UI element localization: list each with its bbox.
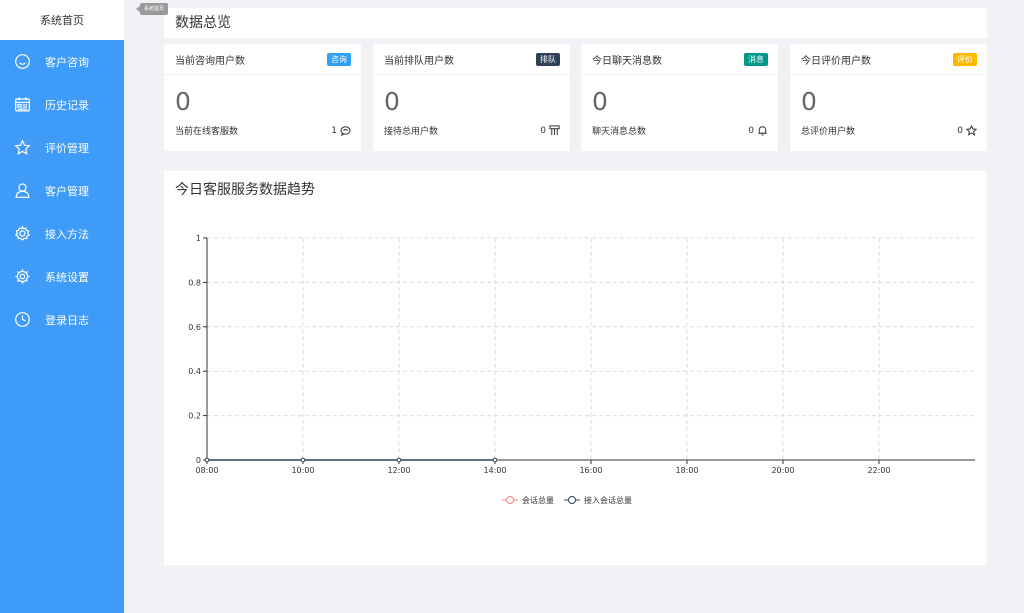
series-point xyxy=(492,457,498,463)
legend-marker xyxy=(506,496,514,504)
status-badge: 消息 xyxy=(744,52,768,66)
legend-label: 会话总量 xyxy=(522,495,554,505)
status-badge: 咨询 xyxy=(327,52,351,66)
sidebar-item-label: 接入方法 xyxy=(45,227,89,241)
card-foot-value: 0 xyxy=(748,125,754,136)
sidebar-home-label: 系统首页 xyxy=(40,14,84,27)
sidebar-item-label: 系统设置 xyxy=(45,270,89,284)
y-tick-label: 0.4 xyxy=(188,367,201,376)
calendar-icon xyxy=(13,96,31,114)
card-header: 当前排队用户数 排队 xyxy=(373,44,570,75)
sidebar-item-consult[interactable]: 客户咨询 xyxy=(0,40,124,83)
sidebar-item-access[interactable]: 接入方法 xyxy=(0,212,124,255)
settings-icon xyxy=(13,268,31,286)
series-point xyxy=(204,457,210,463)
home-tooltip: 系统首页 xyxy=(135,3,169,15)
x-tick-label: 18:00 xyxy=(675,466,698,475)
gear-icon xyxy=(13,225,31,243)
series-point xyxy=(300,457,306,463)
card-foot-label: 接待总用户数 xyxy=(384,127,439,137)
smile-icon xyxy=(13,53,31,71)
sidebar-item-login-log[interactable]: 登录日志 xyxy=(0,298,124,341)
card-value: 0 xyxy=(175,87,191,116)
chart-panel: 今日客服服务数据趋势 0 0.2 0.4 0.6 0.8 1 08:00 10:00 12:00… xyxy=(164,171,987,565)
card-foot-right: 1 xyxy=(331,125,351,136)
x-tick-label: 16:00 xyxy=(579,466,602,475)
star-icon xyxy=(13,139,31,157)
sidebar-item-label: 评价管理 xyxy=(45,141,89,155)
sidebar-item-settings[interactable]: 系统设置 xyxy=(0,255,124,298)
x-tick-label: 22:00 xyxy=(867,466,890,475)
sidebar-item-rating[interactable]: 评价管理 xyxy=(0,126,124,169)
sidebar: 系统首页 客户咨询 历史记录 评价管理 客户管理 接入方法 系统设置 登录日志 xyxy=(0,0,124,613)
status-badge: 评价 xyxy=(953,52,977,66)
y-tick-label: 0.2 xyxy=(188,412,201,421)
card-title: 今日聊天消息数 xyxy=(592,55,662,67)
x-tick-label: 12:00 xyxy=(387,466,410,475)
x-tick-label: 14:00 xyxy=(483,466,506,475)
user-icon xyxy=(13,182,31,200)
card-footer: 聊天消息总数 0 xyxy=(581,124,778,137)
x-tick-label: 10:00 xyxy=(291,466,314,475)
sidebar-item-label: 客户管理 xyxy=(45,184,89,198)
x-tick-label: 08:00 xyxy=(195,466,218,475)
card-foot-label: 当前在线客服数 xyxy=(175,127,239,137)
card-foot-right: 0 xyxy=(748,125,768,136)
x-tick-label: 20:00 xyxy=(771,466,794,475)
chat-icon xyxy=(340,126,351,136)
legend-marker xyxy=(568,496,576,504)
y-tick-label: 0.8 xyxy=(188,278,201,287)
clock-icon xyxy=(13,311,31,329)
legend-label: 接入会话总量 xyxy=(584,495,632,505)
card-value: 0 xyxy=(384,87,400,116)
sidebar-item-history[interactable]: 历史记录 xyxy=(0,83,124,126)
sidebar-item-label: 历史记录 xyxy=(45,98,89,112)
card-foot-label: 总评价用户数 xyxy=(801,127,856,137)
trend-chart: 0 0.2 0.4 0.6 0.8 1 08:00 10:00 12:00 14:00 16:00 1… xyxy=(188,234,975,505)
card-title: 今日评价用户数 xyxy=(801,55,871,67)
sidebar-item-label: 客户咨询 xyxy=(45,55,89,69)
card-foot-value: 0 xyxy=(957,125,963,136)
card-footer: 总评价用户数 0 xyxy=(790,124,987,137)
card-messages: 今日聊天消息数 消息 0 聊天消息总数 0 xyxy=(581,44,778,151)
y-tick-label: 1 xyxy=(196,234,201,243)
card-value: 0 xyxy=(801,87,817,116)
card-title: 当前排队用户数 xyxy=(384,55,454,67)
page-title: 数据总览 xyxy=(164,8,987,38)
card-consult-users: 当前咨询用户数 咨询 0 当前在线客服数 1 xyxy=(164,44,361,151)
y-tick-label: 0.6 xyxy=(188,323,201,332)
card-foot-right: 0 xyxy=(540,125,560,136)
card-foot-value: 0 xyxy=(540,125,546,136)
sidebar-home[interactable]: 系统首页 xyxy=(0,0,124,40)
card-foot-right: 0 xyxy=(957,125,977,136)
card-header: 今日评价用户数 评价 xyxy=(790,44,987,75)
card-header: 今日聊天消息数 消息 xyxy=(581,44,778,75)
card-ratings: 今日评价用户数 评价 0 总评价用户数 0 xyxy=(790,44,987,151)
card-queue-users: 当前排队用户数 排队 0 接待总用户数 0 xyxy=(373,44,570,151)
card-footer: 接待总用户数 0 xyxy=(373,124,570,137)
card-footer: 当前在线客服数 1 xyxy=(164,124,361,137)
y-tick-label: 0 xyxy=(196,456,201,465)
card-title: 当前咨询用户数 xyxy=(175,55,245,67)
card-header: 当前咨询用户数 咨询 xyxy=(164,44,361,75)
card-value: 0 xyxy=(592,87,608,116)
queue-icon xyxy=(549,125,560,136)
sidebar-item-label: 登录日志 xyxy=(45,313,89,327)
status-badge: 排队 xyxy=(536,52,560,66)
star-icon xyxy=(966,125,977,136)
card-foot-value: 1 xyxy=(331,125,337,136)
sidebar-item-customers[interactable]: 客户管理 xyxy=(0,169,124,212)
bell-icon xyxy=(758,126,767,136)
card-foot-label: 聊天消息总数 xyxy=(592,127,647,137)
series-point xyxy=(396,457,402,463)
sidebar-nav: 客户咨询 历史记录 评价管理 客户管理 接入方法 系统设置 登录日志 xyxy=(0,40,124,341)
